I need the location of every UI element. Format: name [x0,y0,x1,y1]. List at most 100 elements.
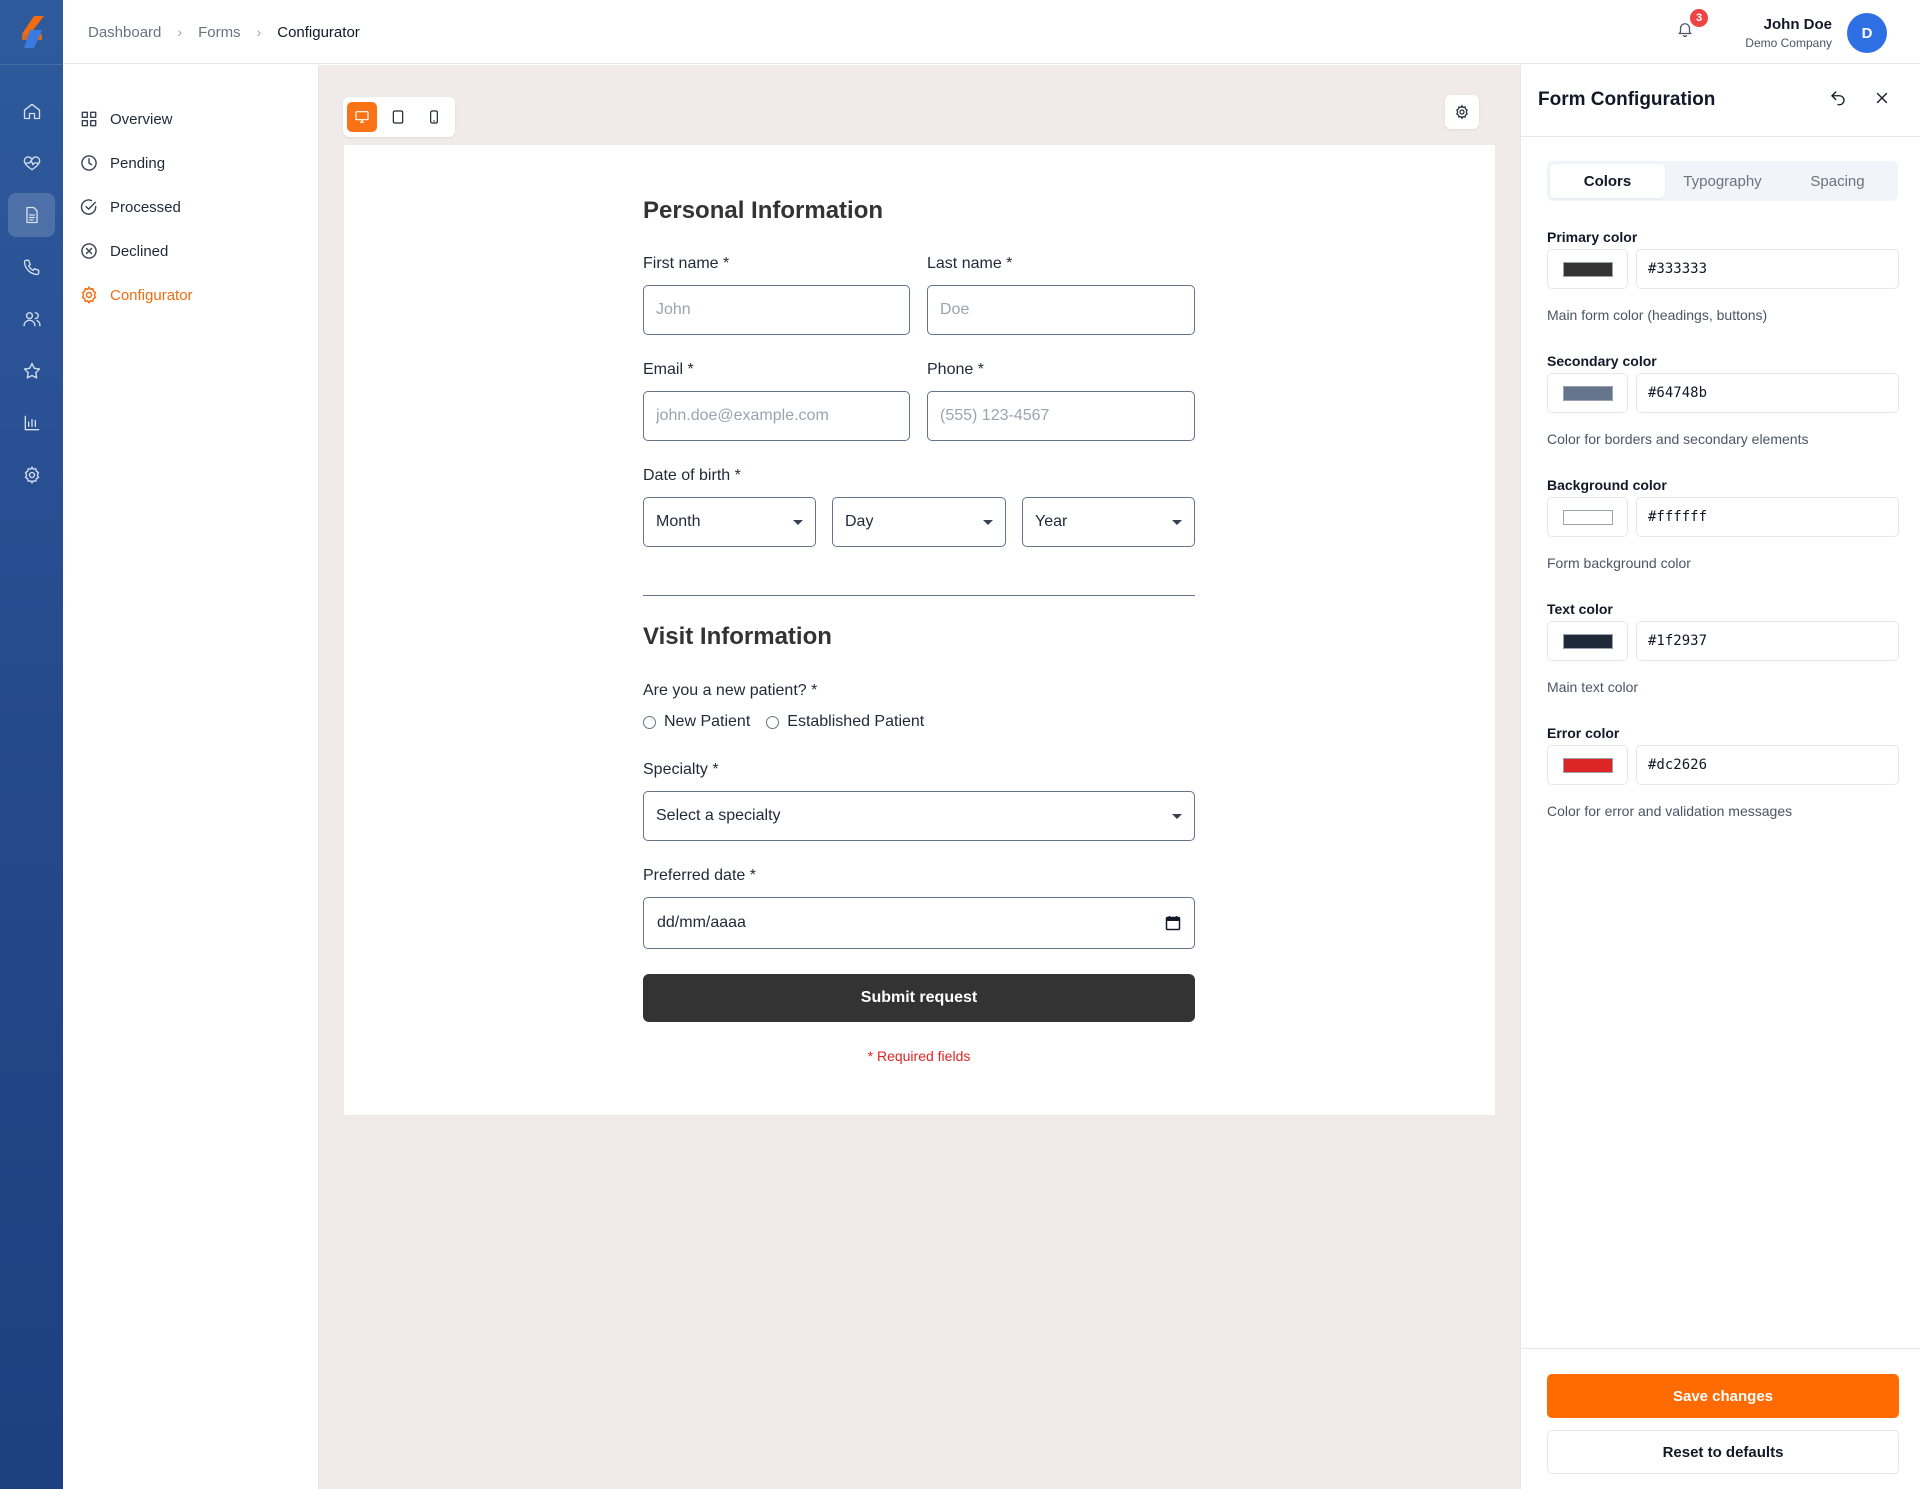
submit-request-button[interactable]: Submit request [643,974,1195,1022]
new-patient-option-label[interactable]: New Patient [664,713,750,731]
last-name-label: Last name * [927,255,1013,272]
heart-pulse-icon [23,156,40,171]
panel-header: Form Configuration [1521,65,1920,137]
undo-button[interactable] [1829,89,1851,111]
preview-settings-button[interactable] [1445,95,1479,129]
caret-down-icon [983,520,993,525]
error-color-input[interactable] [1636,745,1899,785]
error-color-label: Error color [1547,725,1620,741]
primary-color-label: Primary color [1547,229,1638,245]
rail-divider [0,64,63,65]
secondary-color-label: Secondary color [1547,353,1657,369]
background-color-row [1547,497,1899,537]
preview-canvas: Personal Information First name * Last n… [319,65,1520,1489]
undo-icon [1831,91,1845,106]
tablet-icon [392,110,404,124]
chevron-right-icon: › [256,24,262,40]
first-name-input[interactable] [643,285,910,335]
text-color-picker[interactable] [1547,621,1628,661]
calendar-icon[interactable] [1165,915,1181,931]
secondary-color-help: Color for borders and secondary elements [1547,431,1809,447]
last-name-input[interactable] [927,285,1195,335]
rail-health-button[interactable] [8,141,55,185]
tab-spacing[interactable]: Spacing [1780,164,1895,198]
first-name-label: First name * [643,255,730,272]
tab-typography[interactable]: Typography [1665,164,1780,198]
rail-calls-button[interactable] [8,245,55,289]
tablet-mode-button[interactable] [383,102,413,132]
subnav-item-declined[interactable]: Declined [79,233,168,269]
background-color-field: Background color Form background color [1547,477,1899,571]
color-swatch [1563,758,1613,773]
secondary-color-input[interactable] [1636,373,1899,413]
smartphone-icon [430,110,438,124]
subnav-item-label: Overview [110,110,173,128]
caret-down-icon [1172,520,1182,525]
subnav-item-pending[interactable]: Pending [79,145,165,181]
subnav-item-processed[interactable]: Processed [79,189,181,225]
rail-users-button[interactable] [8,297,55,341]
background-color-picker[interactable] [1547,497,1628,537]
text-color-input[interactable] [1636,621,1899,661]
avatar[interactable]: D [1847,13,1887,53]
close-panel-button[interactable] [1873,89,1895,111]
caret-down-icon [793,520,803,525]
text-color-help: Main text color [1547,679,1639,695]
breadcrumb-forms[interactable]: Forms [198,24,241,41]
user-company: Demo Company [1745,36,1832,50]
notification-badge: 3 [1690,9,1708,27]
grid-icon [81,111,97,127]
established-patient-radio[interactable] [766,715,780,729]
primary-color-picker[interactable] [1547,249,1628,289]
secondary-color-picker[interactable] [1547,373,1628,413]
rail-settings-button[interactable] [8,453,55,497]
email-label: Email * [643,361,694,378]
desktop-mode-button[interactable] [347,102,377,132]
star-icon [23,362,40,379]
breadcrumb-dashboard[interactable]: Dashboard [88,24,161,41]
save-changes-button[interactable]: Save changes [1547,1374,1899,1418]
background-color-help: Form background color [1547,555,1691,571]
new-patient-radio[interactable] [643,715,656,729]
rail-forms-button[interactable] [8,193,55,237]
caret-down-icon [1172,814,1182,819]
user-info[interactable]: John Doe Demo Company [1745,16,1832,50]
panel-title: Form Configuration [1538,89,1716,110]
mobile-mode-button[interactable] [419,102,449,132]
primary-color-input[interactable] [1636,249,1899,289]
gear-icon [24,466,39,484]
background-color-input[interactable] [1636,497,1899,537]
subnav-item-overview[interactable]: Overview [79,101,173,137]
home-icon [23,103,40,120]
visit-information-heading: Visit Information [643,623,832,650]
text-color-field: Text color Main text color [1547,601,1899,695]
patient-type-radio-group: New Patient Established Patient [643,713,924,731]
date-of-birth-label: Date of birth * [643,467,741,484]
subnav-item-configurator[interactable]: Configurator [79,277,193,313]
subnav-item-label: Processed [110,198,181,216]
chevron-right-icon: › [177,24,183,40]
personal-information-heading: Personal Information [643,197,884,224]
rail-analytics-button[interactable] [8,401,55,445]
dob-day-select[interactable]: Day [832,497,1006,547]
app-logo-icon[interactable] [14,14,50,50]
specialty-select[interactable]: Select a specialty [643,791,1195,841]
rail-home-button[interactable] [8,89,55,133]
required-fields-note: * Required fields [867,1048,971,1064]
tab-colors[interactable]: Colors [1550,164,1665,198]
email-input[interactable] [643,391,910,441]
dob-year-select[interactable]: Year [1022,497,1195,547]
dob-month-select[interactable]: Month [643,497,816,547]
phone-input[interactable] [927,391,1195,441]
color-swatch [1563,386,1613,401]
secondary-color-field: Secondary color Color for borders and se… [1547,353,1899,447]
error-color-field: Error color Color for error and validati… [1547,725,1899,819]
preferred-date-input[interactable]: dd/mm/aaaa [643,897,1195,949]
reset-defaults-button[interactable]: Reset to defaults [1547,1430,1899,1474]
text-color-row [1547,621,1899,661]
error-color-picker[interactable] [1547,745,1628,785]
subnav-item-label: Declined [110,242,169,260]
rail-favorites-button[interactable] [8,349,55,393]
color-swatch [1563,634,1613,649]
established-patient-option-label[interactable]: Established Patient [787,713,924,731]
